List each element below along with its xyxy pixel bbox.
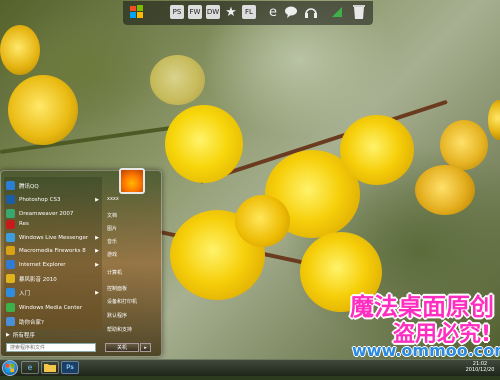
res-icon bbox=[6, 219, 15, 229]
taskbar-ie-button[interactable]: e bbox=[21, 361, 39, 374]
watermark-url: www.ommoo.com bbox=[352, 341, 500, 360]
photoshop-icon[interactable]: PS bbox=[170, 5, 184, 19]
recycle-bin-icon[interactable] bbox=[352, 4, 366, 20]
flower bbox=[340, 115, 414, 185]
signal-icon[interactable] bbox=[330, 5, 344, 19]
system-clock[interactable]: 21:02 2010/12/20 bbox=[463, 361, 497, 373]
program-item[interactable]: Windows Live Messenger ▶ bbox=[4, 231, 102, 244]
messenger-icon bbox=[6, 233, 15, 242]
arrow-right-icon: ▶ bbox=[6, 332, 10, 338]
start-menu: 腾讯QQ Photoshop CS3 ▶ Dreamweaver 2007 Res… bbox=[0, 168, 162, 357]
right-item-computer[interactable]: 计算机 bbox=[107, 267, 157, 278]
media-center-icon bbox=[6, 303, 15, 312]
right-item-control-panel[interactable]: 控制面板 bbox=[107, 283, 157, 294]
windows-logo-icon[interactable] bbox=[129, 4, 145, 20]
folder-icon bbox=[44, 364, 56, 372]
right-item-help[interactable]: 帮助和支持 bbox=[107, 324, 157, 335]
photoshop-icon bbox=[6, 195, 15, 204]
search-input[interactable]: 搜索程序和文件 bbox=[6, 343, 96, 352]
right-item-documents[interactable]: 文档 bbox=[107, 210, 157, 221]
right-item-devices-printers[interactable]: 设备和打印机 bbox=[107, 296, 157, 307]
flower bbox=[440, 120, 488, 170]
flower bbox=[488, 100, 500, 140]
dreamweaver-icon[interactable]: DW bbox=[206, 5, 220, 19]
submenu-arrow-icon: ▶ bbox=[95, 261, 99, 268]
start-button[interactable] bbox=[2, 360, 18, 376]
flower bbox=[150, 55, 205, 105]
program-item[interactable]: 暴风影音 2010 bbox=[4, 272, 102, 285]
dreamweaver-icon bbox=[6, 209, 15, 218]
right-item-default-programs[interactable]: 默认程序 bbox=[107, 310, 157, 321]
taskbar-photoshop-button[interactable]: Ps bbox=[61, 361, 79, 374]
chat-icon[interactable] bbox=[284, 5, 298, 19]
program-item[interactable]: Res bbox=[4, 219, 102, 229]
photoshop-icon: Ps bbox=[66, 364, 74, 371]
shutdown-options-button[interactable]: ▸ bbox=[140, 343, 151, 352]
right-item-music[interactable]: 音乐 bbox=[107, 236, 157, 247]
program-item[interactable]: Internet Explorer ▶ bbox=[4, 258, 102, 271]
ie-icon[interactable]: e bbox=[266, 5, 280, 20]
flower bbox=[0, 25, 40, 75]
ie-icon bbox=[6, 260, 15, 269]
right-item-games[interactable]: 游戏 bbox=[107, 249, 157, 260]
program-item[interactable]: 入门 ▶ bbox=[4, 286, 102, 299]
program-item[interactable]: Windows Media Center bbox=[4, 301, 102, 314]
flash-icon[interactable]: FL bbox=[242, 5, 256, 19]
submenu-arrow-icon: ▶ bbox=[95, 289, 99, 296]
fireworks-icon bbox=[6, 246, 15, 255]
program-item[interactable]: Macromedia Fireworks 8 ▶ bbox=[4, 244, 102, 257]
fireworks-icon[interactable]: FW bbox=[188, 5, 202, 19]
qq-icon bbox=[6, 181, 15, 190]
flower bbox=[415, 165, 475, 215]
app-icon bbox=[6, 317, 15, 326]
submenu-arrow-icon: ▶ bbox=[95, 234, 99, 241]
program-item[interactable]: 助你合家? bbox=[4, 315, 102, 328]
flower bbox=[235, 195, 290, 247]
submenu-arrow-icon: ▶ bbox=[95, 196, 99, 203]
program-list: 腾讯QQ Photoshop CS3 ▶ Dreamweaver 2007 Res… bbox=[4, 177, 102, 329]
right-item-user[interactable]: xxxx bbox=[107, 193, 157, 204]
all-programs-button[interactable]: ▶ 所有程序 bbox=[6, 330, 98, 340]
program-item[interactable]: Photoshop CS3 ▶ bbox=[4, 193, 102, 206]
getting-started-icon bbox=[6, 288, 15, 297]
storm-player-icon bbox=[6, 274, 15, 283]
headphones-icon[interactable] bbox=[304, 5, 318, 19]
submenu-arrow-icon: ▶ bbox=[95, 247, 99, 254]
flower bbox=[8, 75, 78, 145]
taskbar-explorer-button[interactable] bbox=[41, 361, 59, 374]
right-item-pictures[interactable]: 图片 bbox=[107, 223, 157, 234]
start-menu-right-panel: xxxx 文档 图片 音乐 游戏 计算机 控制面板 设备和打印机 默认程序 帮助… bbox=[104, 177, 158, 334]
ie-icon: e bbox=[27, 363, 33, 372]
star-icon[interactable]: ★ bbox=[224, 5, 238, 20]
shutdown-button[interactable]: 关机 bbox=[105, 343, 139, 352]
program-item[interactable]: 腾讯QQ bbox=[4, 179, 102, 192]
quick-launch-toolbar: PS FW DW ★ FL e bbox=[123, 1, 373, 25]
flower bbox=[165, 105, 243, 183]
taskbar: e Ps 21:02 2010/12/20 bbox=[0, 359, 500, 376]
windows-logo-icon bbox=[6, 364, 14, 372]
